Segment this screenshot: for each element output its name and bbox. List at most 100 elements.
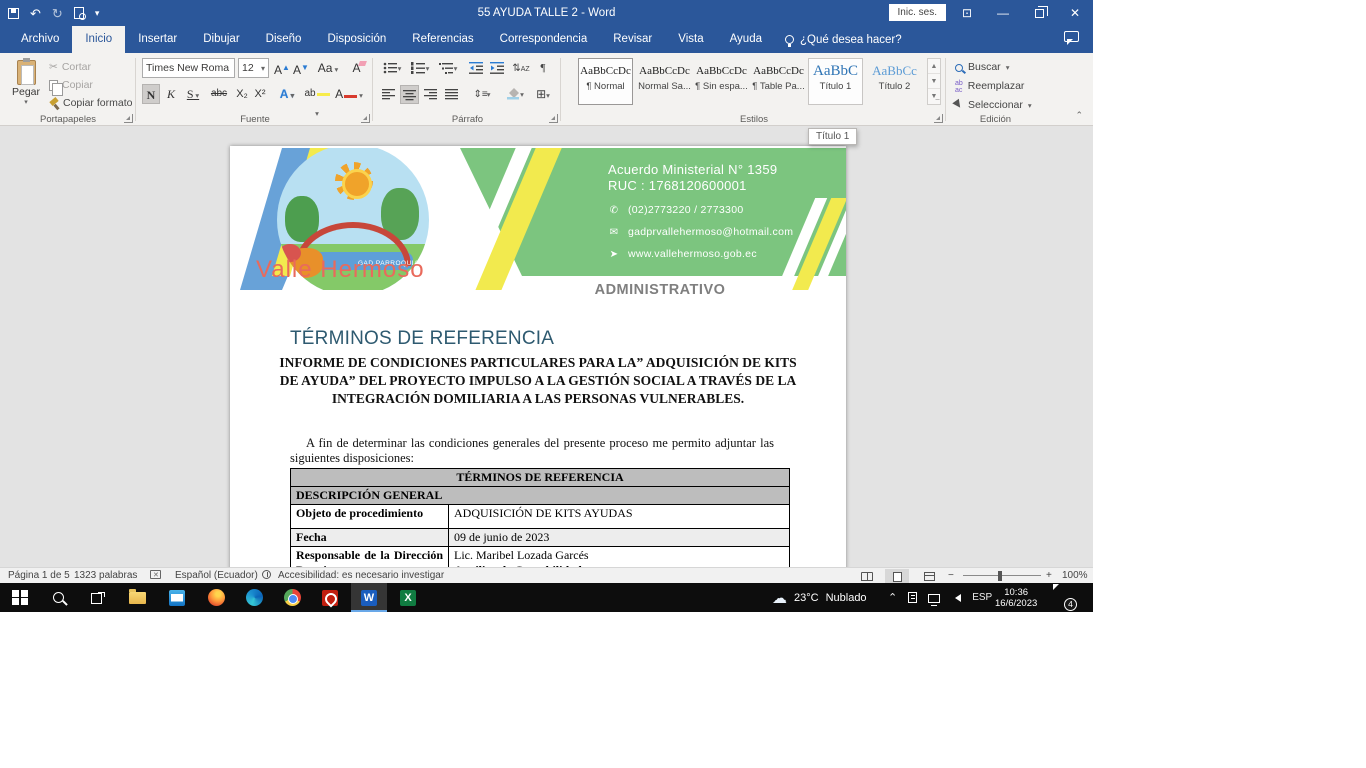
tell-me-search[interactable]: ¿Qué desea hacer? [775, 26, 912, 53]
accessibility-icon[interactable] [262, 568, 271, 583]
style-titulo-2[interactable]: AaBbCc Título 2 [867, 58, 922, 105]
excel-taskbar-button[interactable]: X [390, 583, 426, 612]
shading-button[interactable]: ▾ [502, 85, 528, 104]
align-right-button[interactable] [421, 85, 440, 104]
hidden-icons-chevron[interactable]: ⌃ [888, 591, 897, 604]
network-icon[interactable] [928, 594, 940, 603]
font-dialog-launcher[interactable] [361, 114, 370, 123]
numbering-button[interactable]: ▾ [407, 59, 433, 78]
format-painter-button[interactable]: Copiar formato [49, 95, 132, 112]
comments-icon[interactable] [1064, 31, 1079, 42]
styles-more-icon[interactable]: ▼̲ [928, 89, 940, 104]
borders-button[interactable]: ⊞▾ [530, 85, 556, 104]
tab-referencias[interactable]: Referencias [399, 26, 486, 53]
firefox-button[interactable] [198, 583, 234, 612]
style-normal-sa[interactable]: AaBbCcDc Normal Sa... [637, 58, 692, 105]
zoom-level[interactable]: 100% [1062, 568, 1088, 583]
styles-scrollbar[interactable]: ▲ ▼ ▼̲ [927, 58, 941, 105]
weather-widget[interactable]: ☁ 23°C Nublado [772, 583, 867, 612]
tab-dibujar[interactable]: Dibujar [190, 26, 252, 53]
copy-button[interactable]: Copiar [49, 77, 93, 94]
print-layout-button[interactable] [885, 569, 909, 583]
zoom-out-button[interactable]: − [948, 568, 954, 583]
paste-button[interactable]: Pegar ▾ [5, 57, 47, 115]
document-page[interactable]: GAD PARROQUIAL Valle Hermoso Acuerdo Min… [230, 146, 846, 567]
style-table-paragraph[interactable]: AaBbCcDc ¶ Table Pa... [751, 58, 806, 105]
change-case-button[interactable]: Aa ▾ [315, 58, 341, 78]
tab-vista[interactable]: Vista [665, 26, 716, 53]
restore-button[interactable] [1021, 0, 1057, 26]
style-normal[interactable]: AaBbCcDc ¶ Normal [578, 58, 633, 105]
tab-disposicion[interactable]: Disposición [314, 26, 399, 53]
read-mode-button[interactable] [855, 569, 879, 583]
ribbon-display-options-button[interactable]: ⊡ [949, 0, 985, 26]
subscript-button[interactable]: X₂ [233, 84, 251, 104]
file-explorer-button[interactable] [119, 583, 155, 612]
document-area[interactable]: GAD PARROQUIAL Valle Hermoso Acuerdo Min… [0, 127, 1093, 567]
volume-icon[interactable] [951, 594, 961, 602]
decrease-indent-button[interactable] [466, 59, 486, 78]
close-button[interactable]: ✕ [1057, 0, 1093, 26]
zoom-in-button[interactable]: + [1046, 568, 1052, 583]
clock[interactable]: 10:36 16/6/2023 [995, 583, 1037, 612]
bold-button[interactable]: N [142, 84, 160, 104]
start-button[interactable] [2, 583, 38, 612]
align-center-button[interactable] [400, 85, 419, 104]
language-indicator[interactable]: Español (Ecuador) [175, 568, 258, 583]
mail-button[interactable] [159, 583, 195, 612]
taskbar-search-button[interactable] [40, 583, 76, 612]
strikethrough-button[interactable]: abc [207, 84, 231, 104]
italic-button[interactable]: K [163, 84, 179, 104]
paragraph-dialog-launcher[interactable] [549, 114, 558, 123]
edge-button[interactable] [236, 583, 272, 612]
text-effects-button[interactable]: A ▾ [275, 84, 299, 104]
shrink-font-button[interactable]: A▼ [292, 58, 310, 78]
line-spacing-button[interactable]: ⇕≡▾ [468, 85, 496, 104]
increase-indent-button[interactable] [487, 59, 507, 78]
justify-button[interactable] [442, 85, 461, 104]
grow-font-button[interactable]: A▲ [273, 58, 291, 78]
tab-archivo[interactable]: Archivo [8, 26, 72, 53]
font-color-button[interactable]: A ▾ [335, 84, 363, 104]
highlight-color-button[interactable]: ab ▾ [302, 84, 332, 104]
superscript-button[interactable]: X² [251, 84, 269, 104]
clear-formatting-button[interactable]: A [349, 58, 369, 78]
tab-correspondencia[interactable]: Correspondencia [487, 26, 601, 53]
tab-revisar[interactable]: Revisar [600, 26, 665, 53]
bullets-button[interactable]: ▾ [379, 59, 405, 78]
sort-button[interactable]: ⇅AZ [511, 59, 531, 78]
cut-button[interactable]: ✂ Cortar [49, 59, 91, 76]
accessibility-status[interactable]: Accesibilidad: es necesario investigar [278, 568, 444, 583]
clipboard-dialog-launcher[interactable] [124, 114, 133, 123]
font-name-select[interactable]: Times New Roma▾ [142, 58, 235, 78]
find-button[interactable]: Buscar ▾ [955, 59, 1009, 76]
replace-button[interactable]: abac Reemplazar [955, 78, 1024, 95]
styles-dialog-launcher[interactable] [934, 114, 943, 123]
windows-ink-icon[interactable] [908, 592, 917, 603]
tab-inicio[interactable]: Inicio [72, 26, 125, 53]
sign-in-button[interactable]: Inic. ses. [889, 4, 946, 21]
minimize-button[interactable]: — [985, 0, 1021, 26]
tab-insertar[interactable]: Insertar [125, 26, 190, 53]
task-view-button[interactable] [79, 583, 115, 612]
tab-ayuda[interactable]: Ayuda [717, 26, 775, 53]
underline-button[interactable]: S ▾ [181, 84, 205, 104]
show-marks-button[interactable]: ¶ [534, 59, 552, 78]
styles-scroll-down-icon[interactable]: ▼ [928, 74, 940, 89]
page-indicator[interactable]: Página 1 de 5 [8, 568, 70, 583]
chrome-button[interactable] [274, 583, 310, 612]
multilevel-list-button[interactable]: ▾ [435, 59, 461, 78]
style-sin-espaciado[interactable]: AaBbCcDc ¶ Sin espa... [694, 58, 749, 105]
select-button[interactable]: Seleccionar ▾ [955, 97, 1032, 114]
word-count[interactable]: 1323 palabras [74, 568, 137, 583]
font-size-select[interactable]: 12▾ [238, 58, 269, 78]
align-left-button[interactable] [379, 85, 398, 104]
style-titulo-1[interactable]: AaBbC Título 1 [808, 58, 863, 105]
collapse-ribbon-icon[interactable]: ⌃ [1075, 110, 1083, 121]
acrobat-button[interactable] [312, 583, 348, 612]
word-taskbar-button[interactable]: W [351, 583, 387, 612]
tab-diseno[interactable]: Diseño [253, 26, 315, 53]
keyboard-language[interactable]: ESP [972, 592, 992, 603]
styles-scroll-up-icon[interactable]: ▲ [928, 59, 940, 74]
proofing-icon[interactable] [150, 568, 161, 583]
